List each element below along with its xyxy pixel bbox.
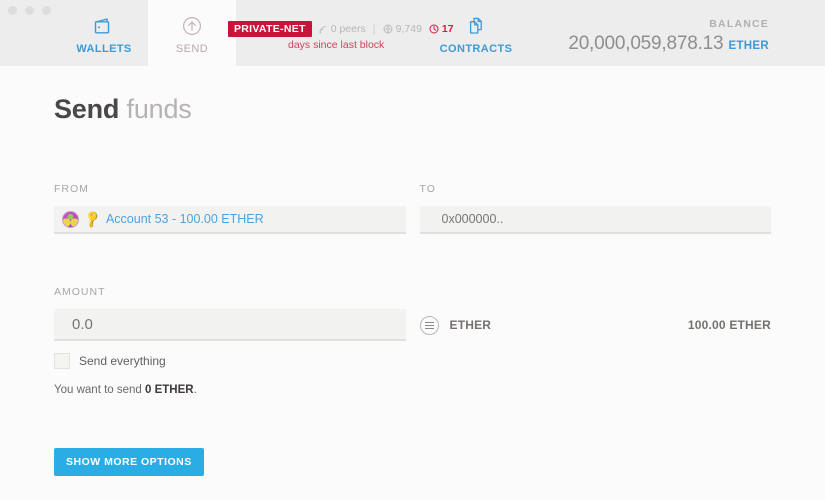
balance-unit: ETHER <box>728 40 769 52</box>
page-title-light: funds <box>119 94 192 124</box>
page-title: Send funds <box>54 94 771 125</box>
to-address-input[interactable] <box>429 212 761 226</box>
maximize-window-button[interactable] <box>42 6 51 15</box>
account-total-balance: 100.00 ETHER <box>687 318 771 332</box>
ethereum-wallet-window: WALLETS SEND CONTRACTS PRIVATE-NET 0 pee… <box>0 0 825 500</box>
unit-column: ETHER 100.00 ETHER <box>419 286 772 396</box>
app-header: WALLETS SEND CONTRACTS PRIVATE-NET 0 pee… <box>0 0 825 66</box>
amount-hint-suffix: . <box>193 384 197 396</box>
from-account-select[interactable]: 🔑 Account 53 - 100.00 ETHER <box>54 206 406 234</box>
minimize-window-button[interactable] <box>25 6 34 15</box>
send-everything-label: Send everything <box>79 354 166 368</box>
balance-amount: 20,000,059,878.13 ETHER <box>568 33 769 55</box>
amount-input[interactable] <box>64 315 396 333</box>
last-block-caption: days since last block <box>288 39 385 51</box>
amount-column: AMOUNT Send everything You want to send … <box>54 286 406 396</box>
peer-count-text: 0 peers <box>330 23 366 35</box>
block-number: 9,749 <box>383 23 422 35</box>
from-account-value: Account 53 - 100.00 ETHER <box>105 212 264 226</box>
balance-display: BALANCE 20,000,059,878.13 ETHER <box>568 18 769 55</box>
balance-label: BALANCE <box>709 18 769 30</box>
key-icon: 🔑 <box>82 208 103 230</box>
status-separator: | <box>372 23 376 35</box>
tab-wallets[interactable]: WALLETS <box>60 0 148 66</box>
close-window-button[interactable] <box>8 6 17 15</box>
from-column: FROM 🔑 Account 53 - 100.00 ETHER <box>54 183 406 234</box>
identicon-avatar <box>62 210 79 228</box>
block-icon <box>383 24 393 34</box>
unit-selector[interactable]: ETHER 100.00 ETHER <box>419 309 772 341</box>
block-number-text: 9,749 <box>395 23 422 35</box>
network-badge: PRIVATE-NET <box>228 20 312 38</box>
tab-send[interactable]: SEND <box>148 0 236 66</box>
amount-row: AMOUNT Send everything You want to send … <box>54 286 771 396</box>
show-more-options-button[interactable]: SHOW MORE OPTIONS <box>54 448 204 476</box>
upload-arrow-icon <box>181 14 203 38</box>
window-controls <box>8 6 51 15</box>
tab-wallets-label: WALLETS <box>76 43 132 55</box>
to-label: TO <box>419 183 436 195</box>
amount-hint-prefix: You want to send <box>54 384 146 396</box>
send-form: FROM 🔑 Account 53 - 100.00 ETHER TO <box>54 183 771 234</box>
page-body: Send funds FROM 🔑 Account 53 - 100.00 ET… <box>0 66 825 476</box>
amount-field[interactable] <box>54 309 406 341</box>
network-status: PRIVATE-NET 0 peers | 9,749 17 days sinc… <box>228 20 478 51</box>
peer-count: 0 peers <box>319 23 366 35</box>
amount-hint: You want to send 0 ETHER. <box>54 384 406 396</box>
clock-icon <box>429 24 439 34</box>
page-title-bold: Send <box>54 94 120 124</box>
unit-selector-label: ETHER <box>449 318 492 332</box>
to-column: TO <box>419 183 771 234</box>
wallet-icon <box>93 14 115 38</box>
menu-circle-icon <box>419 315 439 335</box>
balance-amount-value: 20,000,059,878.13 <box>568 33 724 54</box>
tab-send-label: SEND <box>175 43 209 55</box>
last-block-time-value: 17 <box>441 23 454 35</box>
send-everything-checkbox[interactable] <box>54 353 70 369</box>
last-block-time: 17 <box>429 23 454 35</box>
send-everything-row[interactable]: Send everything <box>54 353 406 369</box>
signal-icon <box>319 25 326 33</box>
to-address-field[interactable] <box>419 206 771 234</box>
amount-label: AMOUNT <box>54 286 106 298</box>
from-label: FROM <box>54 183 89 195</box>
network-status-row: PRIVATE-NET 0 peers | 9,749 17 <box>228 20 478 38</box>
amount-hint-value: 0 ETHER <box>145 384 194 396</box>
